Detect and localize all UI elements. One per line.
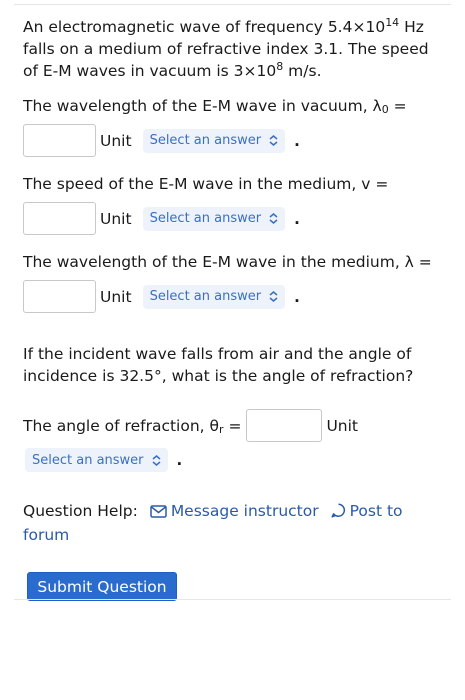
- question-1-answer-row: Unit Select an answer .: [23, 122, 448, 159]
- question-content: An electromagnetic wave of frequency 5.4…: [23, 16, 448, 601]
- question-3-unit-select[interactable]: Select an answer: [142, 284, 286, 309]
- question-2-input[interactable]: [23, 202, 96, 235]
- refraction-input[interactable]: [246, 409, 323, 442]
- question-help-label: Question Help:: [23, 502, 138, 520]
- question-3-unit-label: Unit: [100, 287, 132, 306]
- question-2-unit-select[interactable]: Select an answer: [142, 206, 286, 231]
- question-help: Question Help: Message instructor Post to …: [23, 500, 448, 546]
- chat-bubble-icon: [331, 502, 346, 524]
- refraction-unit-select[interactable]: Select an answer: [25, 448, 168, 472]
- refraction-label: The angle of refraction, θr =: [23, 416, 242, 436]
- problem-text-part3: m/s.: [283, 62, 322, 80]
- submit-question-button[interactable]: Submit Question: [27, 572, 177, 601]
- chevron-updown-icon: [269, 213, 278, 224]
- question-2-unit-label: Unit: [100, 209, 132, 228]
- refraction-end-dot: .: [176, 451, 183, 469]
- question-3-input[interactable]: [23, 280, 96, 313]
- top-divider: [14, 4, 451, 5]
- chevron-updown-icon: [269, 135, 278, 146]
- problem-text-part1: An electromagnetic wave of frequency 5.4…: [23, 18, 386, 36]
- refraction-problem-text: If the incident wave falls from air and …: [23, 345, 414, 385]
- question-3-answer-row: Unit Select an answer .: [23, 278, 448, 315]
- question-1-end-dot: .: [294, 131, 300, 150]
- problem-statement: An electromagnetic wave of frequency 5.4…: [23, 16, 448, 82]
- mail-icon: [150, 502, 167, 524]
- refraction-answer-row: The angle of refraction, θr = Unit: [23, 407, 448, 444]
- question-1-unit-label: Unit: [100, 131, 132, 150]
- question-3-end-dot: .: [294, 287, 300, 306]
- question-1-label: The wavelength of the E-M wave in vacuum…: [23, 97, 407, 117]
- question-3-label: The wavelength of the E-M wave in the me…: [23, 253, 432, 271]
- question-1-input[interactable]: [23, 124, 96, 157]
- refraction-select-row: Select an answer .: [25, 448, 448, 472]
- question-2-label: The speed of the E-M wave in the medium,…: [23, 175, 389, 193]
- frequency-exponent: 14: [385, 15, 400, 29]
- question-2-end-dot: .: [294, 209, 300, 228]
- question-2-answer-row: Unit Select an answer .: [23, 200, 448, 237]
- message-instructor-link[interactable]: Message instructor: [171, 502, 319, 520]
- question-1-unit-select[interactable]: Select an answer: [142, 128, 286, 153]
- chevron-updown-icon: [152, 454, 161, 466]
- chevron-updown-icon: [269, 291, 278, 302]
- refraction-unit-label: Unit: [326, 416, 359, 435]
- bottom-divider: [14, 599, 451, 600]
